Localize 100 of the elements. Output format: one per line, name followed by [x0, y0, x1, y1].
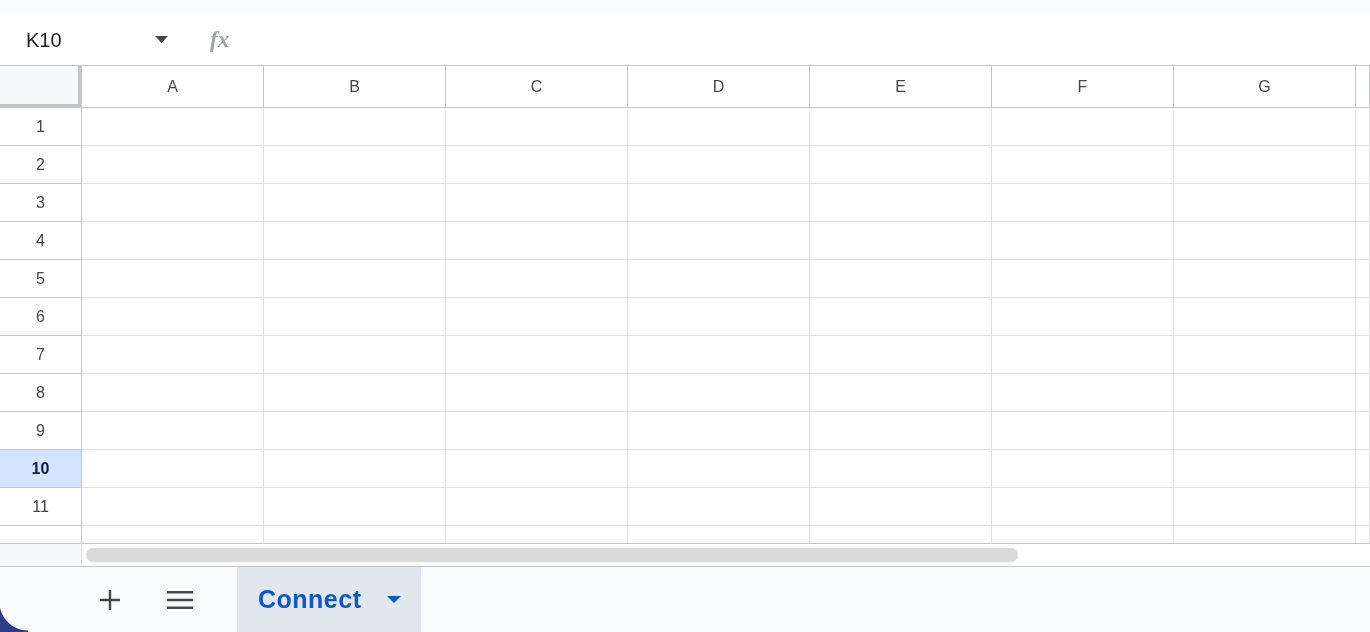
grid-cell[interactable]	[264, 488, 446, 526]
grid-cell[interactable]	[992, 336, 1174, 374]
grid-cell[interactable]	[1174, 222, 1356, 260]
column-header[interactable]: D	[628, 66, 810, 108]
row-header[interactable]: 3	[0, 184, 82, 222]
grid-cell[interactable]	[82, 298, 264, 336]
grid-cell[interactable]	[1174, 260, 1356, 298]
column-header[interactable]: A	[82, 66, 264, 108]
grid-cell[interactable]	[1174, 298, 1356, 336]
scrollbar-thumb[interactable]	[86, 548, 1018, 562]
grid-cell[interactable]	[1356, 108, 1370, 146]
grid-cell[interactable]	[1174, 336, 1356, 374]
grid-cell[interactable]	[810, 450, 992, 488]
grid-cell[interactable]	[446, 488, 628, 526]
grid-cell[interactable]	[446, 412, 628, 450]
grid-cell[interactable]	[810, 108, 992, 146]
grid-cell[interactable]	[992, 108, 1174, 146]
grid-cell[interactable]	[1356, 260, 1370, 298]
row-header[interactable]: 7	[0, 336, 82, 374]
grid-cell[interactable]	[82, 260, 264, 298]
grid-cell[interactable]	[992, 184, 1174, 222]
column-header[interactable]: G	[1174, 66, 1356, 108]
grid-cell[interactable]	[628, 336, 810, 374]
grid-cell[interactable]	[82, 108, 264, 146]
grid-cell[interactable]	[992, 412, 1174, 450]
grid-cell[interactable]	[264, 336, 446, 374]
grid-cell[interactable]	[1174, 450, 1356, 488]
grid-cell[interactable]	[992, 146, 1174, 184]
grid-cell[interactable]	[992, 488, 1174, 526]
grid-cell[interactable]	[628, 146, 810, 184]
grid-cell[interactable]	[264, 146, 446, 184]
grid-cell[interactable]	[82, 488, 264, 526]
grid-cell[interactable]	[264, 450, 446, 488]
grid-cell[interactable]	[810, 298, 992, 336]
column-header[interactable]	[1356, 66, 1370, 108]
grid-cell[interactable]	[264, 298, 446, 336]
row-header[interactable]: 10	[0, 450, 82, 488]
grid-cell[interactable]	[810, 374, 992, 412]
grid-cell[interactable]	[628, 260, 810, 298]
grid-cell[interactable]	[628, 450, 810, 488]
grid-cell[interactable]	[82, 336, 264, 374]
grid-cell[interactable]	[1356, 184, 1370, 222]
grid-cell[interactable]	[1356, 222, 1370, 260]
grid-cell[interactable]	[264, 108, 446, 146]
name-box[interactable]: K10	[0, 14, 184, 65]
grid-cell[interactable]	[82, 222, 264, 260]
grid-cell[interactable]	[1174, 146, 1356, 184]
grid-cell[interactable]	[628, 222, 810, 260]
column-header[interactable]: E	[810, 66, 992, 108]
grid-cell[interactable]	[1356, 298, 1370, 336]
grid-cell[interactable]	[992, 450, 1174, 488]
grid-cell[interactable]	[446, 450, 628, 488]
grid-cell[interactable]	[810, 222, 992, 260]
row-header[interactable]: 2	[0, 146, 82, 184]
grid-cell[interactable]	[82, 146, 264, 184]
grid-cell[interactable]	[992, 298, 1174, 336]
grid-cell[interactable]	[264, 184, 446, 222]
grid-cell[interactable]	[628, 298, 810, 336]
grid-cell[interactable]	[264, 412, 446, 450]
grid-cell[interactable]	[1356, 450, 1370, 488]
grid-cell[interactable]	[628, 488, 810, 526]
grid-cell[interactable]	[82, 412, 264, 450]
grid-cell[interactable]	[446, 222, 628, 260]
grid-cell[interactable]	[992, 260, 1174, 298]
row-header[interactable]: 1	[0, 108, 82, 146]
grid-cell[interactable]	[264, 374, 446, 412]
column-header[interactable]: B	[264, 66, 446, 108]
row-header[interactable]: 5	[0, 260, 82, 298]
column-header[interactable]: F	[992, 66, 1174, 108]
grid-cell[interactable]	[628, 374, 810, 412]
grid-cell[interactable]	[82, 450, 264, 488]
grid-cell[interactable]	[1174, 488, 1356, 526]
grid-cell[interactable]	[1356, 488, 1370, 526]
grid-cell[interactable]	[446, 336, 628, 374]
row-header[interactable]: 11	[0, 488, 82, 526]
grid-cell[interactable]	[992, 374, 1174, 412]
grid-cell[interactable]	[628, 184, 810, 222]
grid-cell[interactable]	[446, 184, 628, 222]
sheet-tab[interactable]: Connect	[237, 567, 421, 632]
grid-cell[interactable]	[810, 146, 992, 184]
grid-cell[interactable]	[810, 184, 992, 222]
row-header[interactable]: 6	[0, 298, 82, 336]
row-header[interactable]: 9	[0, 412, 82, 450]
grid-cell[interactable]	[264, 260, 446, 298]
grid-cell[interactable]	[446, 374, 628, 412]
grid-cell[interactable]	[446, 108, 628, 146]
grid-cell[interactable]	[810, 260, 992, 298]
grid-cell[interactable]	[1356, 146, 1370, 184]
row-header[interactable]: 4	[0, 222, 82, 260]
grid-cell[interactable]	[1174, 374, 1356, 412]
grid-cell[interactable]	[810, 336, 992, 374]
grid-cell[interactable]	[810, 488, 992, 526]
grid-cell[interactable]	[82, 184, 264, 222]
grid-cell[interactable]	[628, 412, 810, 450]
grid-cell[interactable]	[810, 412, 992, 450]
grid-cell[interactable]	[1356, 412, 1370, 450]
grid-cell[interactable]	[446, 298, 628, 336]
grid-cell[interactable]	[1174, 412, 1356, 450]
grid-cell[interactable]	[1174, 184, 1356, 222]
grid-cell[interactable]	[446, 146, 628, 184]
